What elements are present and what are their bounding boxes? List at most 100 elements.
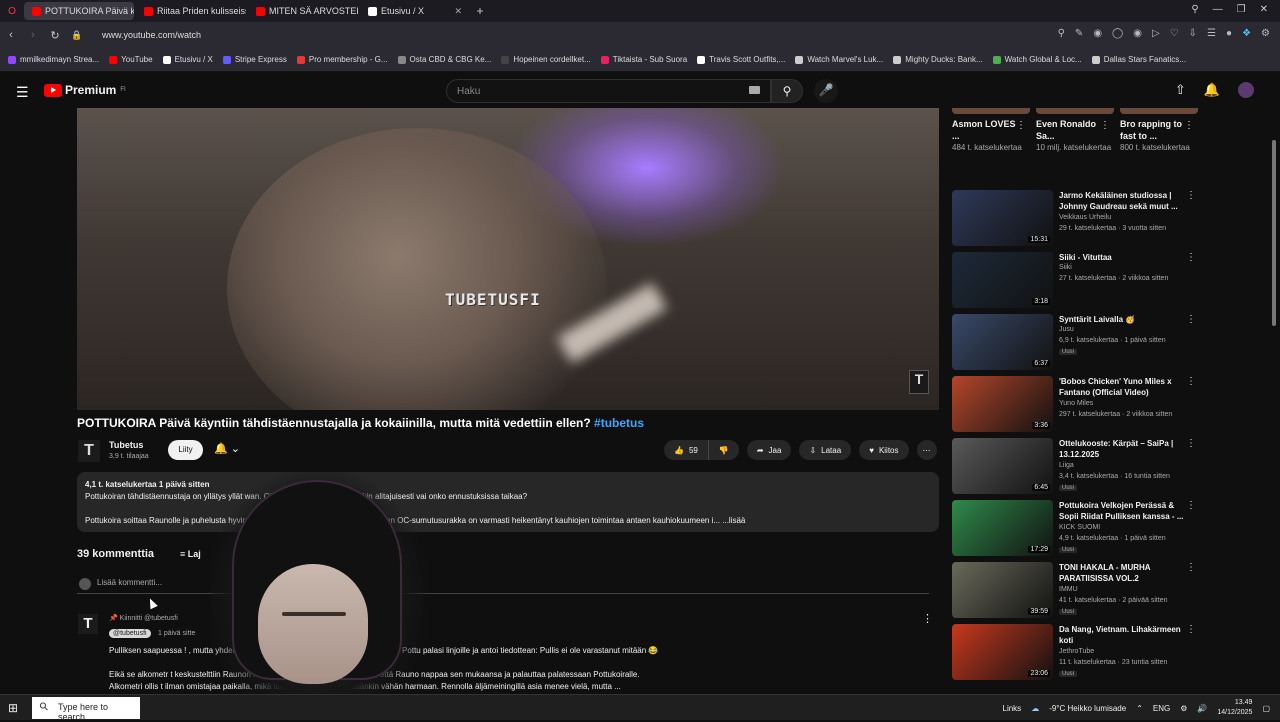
video-thumbnail[interactable]: 3:36 [952,376,1053,432]
page-scrollbar[interactable] [1272,140,1276,326]
bookmark-item[interactable]: mmilkedimayn Strea... [8,55,99,64]
video-channel[interactable]: KICK SUOMI [1059,524,1100,531]
network-icon[interactable]: ⚙ [1180,704,1187,713]
sort-comments-button[interactable]: ≡ Laj [180,549,201,559]
profile-icon[interactable]: ● [1226,28,1232,39]
short-thumbnail[interactable] [1036,108,1114,114]
video-thumbnail[interactable]: 23:06 [952,624,1053,680]
video-channel[interactable]: JethroTube [1059,648,1094,655]
short-thumbnail[interactable] [952,108,1030,114]
youtube-premium-logo[interactable]: Premium FI [44,83,126,97]
video-menu-icon[interactable]: ⋮ [1186,314,1196,325]
bookmark-item[interactable]: Watch Marvel's Luk... [795,55,883,64]
notifications-bell-icon[interactable]: 🔔 [1204,82,1220,98]
url-field[interactable]: www.youtube.com/watch [102,30,201,40]
windows-start-icon[interactable]: ⊞ [8,701,18,715]
add-comment-input[interactable]: Lisää kommentti... [77,578,929,594]
clock[interactable]: 13.49 14/12/2025 [1217,698,1252,718]
video-title[interactable]: Synttärit Laivalla 🥳 [1059,314,1184,325]
weather-text[interactable]: -9°C Heikko lumisade [1049,704,1126,713]
more-actions-button[interactable]: ⋯ [916,440,937,460]
minimize-button[interactable]: — [1213,4,1223,15]
video-title[interactable]: TONI HAKALA - MURHA PARATIISISSA VOL.2 [1059,562,1184,584]
video-title[interactable]: Jarmo Kekäläinen studiossa | Johnny Gaud… [1059,190,1184,212]
settings-icon[interactable]: ⚙ [1261,28,1270,39]
camera-icon[interactable]: ◉ [1093,28,1102,39]
video-thumbnail[interactable]: 15:31 [952,190,1053,246]
short-menu-icon[interactable]: ⋮ [1184,120,1194,131]
browser-tab[interactable]: Riitaa Priden kulisseissa |✕ [136,2,246,20]
video-title[interactable]: 'Bobos Chicken' Yuno Miles x Fantano (Of… [1059,376,1184,398]
download-icon[interactable]: ⇩ [1189,28,1197,39]
video-menu-icon[interactable]: ⋮ [1186,190,1196,201]
menu-icon[interactable]: ☰ [1207,28,1216,39]
video-menu-icon[interactable]: ⋮ [1186,624,1196,635]
bookmark-item[interactable]: Osta CBD & CBG Ke... [397,55,491,64]
extension-icon[interactable]: ❖ [1242,28,1251,39]
video-menu-icon[interactable]: ⋮ [1186,438,1196,449]
voice-search-button[interactable]: 🎤 [814,79,838,103]
video-title[interactable]: Da Nang, Vietnam. Lihakärmeen koti [1059,624,1184,646]
video-thumbnail[interactable]: 6:37 [952,314,1053,370]
browser-tab[interactable]: MITEN SÄ ARVOSTELISIT!✕ [248,2,358,20]
notifications-icon[interactable]: ▢ [1262,704,1270,713]
video-menu-icon[interactable]: ⋮ [1186,500,1196,511]
recommended-video[interactable]: 23:06 Da Nang, Vietnam. Lihakärmeen koti J… [952,624,1200,682]
search-tabs-icon[interactable]: ⚲ [1191,4,1198,15]
download-button[interactable]: ⇩ Lataa [799,440,852,460]
links-label[interactable]: Links [1003,704,1022,713]
video-channel[interactable]: Siiki [1059,264,1072,271]
bookmark-item[interactable]: Dallas Stars Fanatics... [1091,55,1186,64]
video-hashtag[interactable]: #tubetus [594,416,644,430]
reload-button[interactable]: ↻ [44,29,66,42]
bookmark-item[interactable]: Watch Global & Loc... [992,55,1082,64]
recommended-video[interactable]: 6:37 Synttärit Laivalla 🥳 Jusu 6,9 t. katse… [952,314,1200,372]
channel-name[interactable]: Tubetus [109,440,143,450]
chevron-up-icon[interactable]: ⌃ [1136,704,1143,713]
bookmark-item[interactable]: Stripe Express [222,55,287,64]
search-icon[interactable]: ⚲ [1058,28,1065,39]
video-title[interactable]: Ottelukooste: Kärpät – SaiPa | 13.12.202… [1059,438,1184,460]
video-thumbnail[interactable]: 39:59 [952,562,1053,618]
maximize-button[interactable]: ❐ [1237,4,1246,15]
video-thumbnail[interactable]: 6:45 [952,438,1053,494]
short-thumbnail[interactable] [1120,108,1198,114]
bookmark-item[interactable]: Mighty Ducks: Bank... [893,55,983,64]
recommended-video[interactable]: 17:29 Pottukoira Velkojen Perässä & Sopii… [952,500,1200,558]
close-tab-icon[interactable]: ✕ [454,6,462,17]
bookmark-item[interactable]: YouTube [109,55,153,64]
search-input[interactable]: Haku [446,79,771,103]
taskbar-search-input[interactable]: Type here to search [32,697,140,722]
forward-button[interactable]: › [22,29,44,41]
shield-icon[interactable]: ◯ [1112,28,1123,39]
like-button[interactable]: 👍 59 [664,440,708,460]
video-channel[interactable]: Yuno Miles [1059,400,1093,407]
video-title[interactable]: Pottukoira Velkojen Perässä & Sopii Riid… [1059,500,1184,522]
video-player[interactable]: TUBETUSFI T [77,108,939,410]
bookmark-item[interactable]: Etusivu / X [162,55,213,64]
upload-icon[interactable]: ⇧ [1175,82,1186,98]
recommended-video[interactable]: 3:18 Siiki - Vituttaa Siiki 27 t. katseluke… [952,252,1200,310]
heart-icon[interactable]: ♡ [1170,28,1179,39]
short-menu-icon[interactable]: ⋮ [1016,120,1026,131]
short-item[interactable]: Bro rapping to fast to ... 800 t. katselu… [1120,108,1198,180]
vpn-icon[interactable]: ◉ [1133,28,1142,39]
edit-icon[interactable]: ✎ [1075,28,1083,39]
recommended-video[interactable]: 6:45 Ottelukooste: Kärpät – SaiPa | 13.12… [952,438,1200,496]
dislike-button[interactable]: 👎 [707,440,739,460]
video-channel[interactable]: IMMU [1059,586,1078,593]
language[interactable]: ENG [1153,704,1170,713]
video-channel[interactable]: Liiga [1059,462,1074,469]
play-icon[interactable]: ▷ [1152,28,1160,39]
short-item[interactable]: Asmon LOVES ... 484 t. katselukertaa ⋮ [952,108,1030,180]
bookmark-item[interactable]: Tiktaista - Sub Suora [600,55,687,64]
new-tab-button[interactable]: + [470,4,490,18]
comment-time[interactable]: 1 päivä sitte [158,630,195,637]
recommended-video[interactable]: 15:31 Jarmo Kekäläinen studiossa | Johnny… [952,190,1200,248]
search-button[interactable]: ⚲ [771,79,803,103]
opera-logo-icon[interactable]: O [0,6,24,17]
bookmark-item[interactable]: Hopeinen cordellket... [501,55,591,64]
video-menu-icon[interactable]: ⋮ [1186,376,1196,387]
browser-tab[interactable]: POTTUKOIRA Päivä kä✕ [24,2,134,20]
channel-avatar[interactable]: T [78,440,100,462]
